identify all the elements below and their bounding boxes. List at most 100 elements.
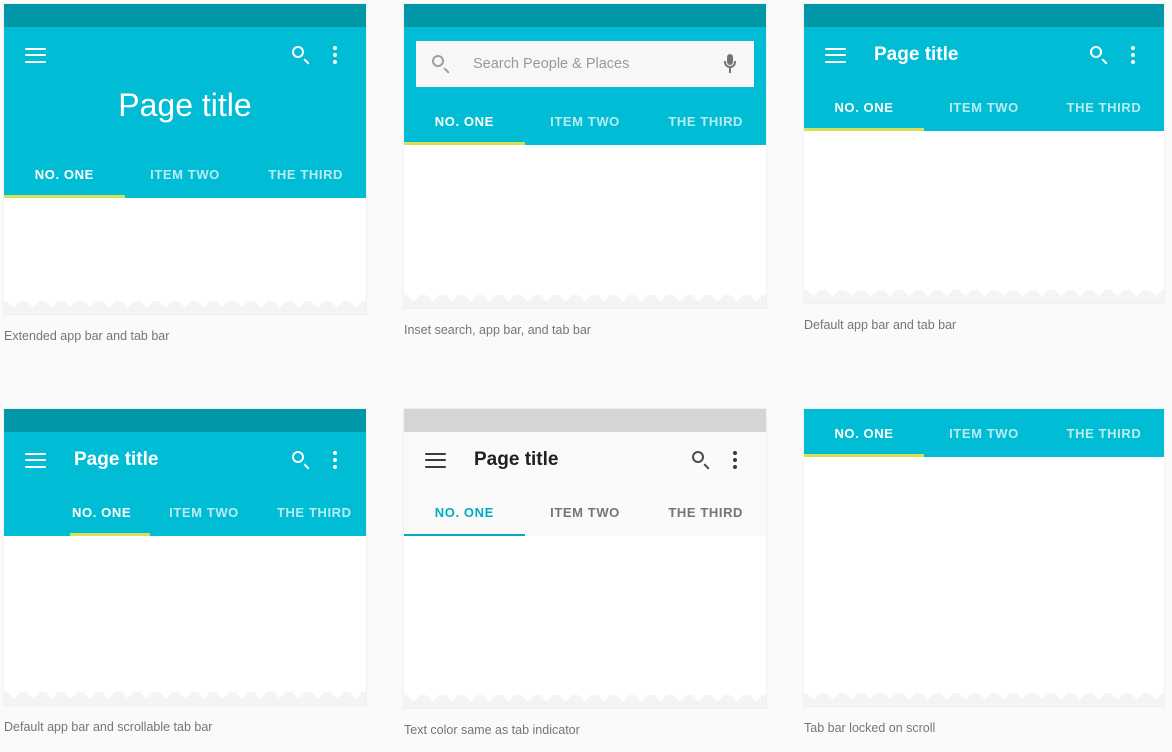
app-bar-row (4, 27, 366, 83)
tab-item-two[interactable]: ITEM TWO (924, 100, 1044, 115)
search-glyph (1089, 45, 1109, 65)
example-caption: Extended app bar and tab bar (4, 329, 170, 343)
hamburger-menu-icon[interactable] (18, 443, 52, 477)
phone-card: Page title NO. ONE ITEM TWO THE THIRD (4, 409, 366, 705)
tab-item-two[interactable]: ITEM TWO (125, 167, 246, 182)
torn-edge (404, 695, 766, 708)
torn-edge (4, 692, 366, 705)
content-area (804, 457, 1164, 706)
search-icon[interactable] (1082, 38, 1116, 72)
tab-the-third[interactable]: THE THIRD (1044, 100, 1164, 115)
tab-item-two[interactable]: ITEM TWO (169, 505, 239, 520)
overflow-glyph (1131, 46, 1135, 64)
page-title: Page title (118, 87, 252, 123)
example-caption: Default app bar and tab bar (804, 318, 957, 332)
tab-no-one[interactable]: NO. ONE (804, 426, 924, 441)
tab-the-third[interactable]: THE THIRD (645, 505, 766, 520)
hamburger-menu-glyph (24, 452, 46, 468)
tab-bar: NO. ONE ITEM TWO THE THIRD (804, 409, 1164, 457)
search-input[interactable]: Search People & Places (416, 41, 754, 87)
status-bar (4, 4, 366, 27)
tab-bar: NO. ONE ITEM TWO THE THIRD (404, 488, 766, 536)
app-bar: Page title NO. ONE ITEM TWO THE THIRD (4, 432, 366, 536)
example-caption: Tab bar locked on scroll (804, 721, 936, 735)
tab-no-one[interactable]: NO. ONE (404, 114, 525, 129)
app-bar-row: Page title (4, 432, 366, 488)
search-icon[interactable] (284, 38, 318, 72)
tab-item-two[interactable]: ITEM TWO (525, 505, 646, 520)
tab-item-two[interactable]: ITEM TWO (525, 114, 646, 129)
examples-grid: Page title NO. ONE ITEM TWO THE THIRD Ex… (0, 0, 1172, 752)
tab-bar-wrap: NO. ONE ITEM TWO THE THIRD (804, 409, 1164, 457)
search-glyph (291, 45, 311, 65)
tab-no-one[interactable]: NO. ONE (804, 100, 924, 115)
tab-bar-scrollable[interactable]: NO. ONE ITEM TWO THE THIRD (4, 488, 366, 536)
content-area (4, 198, 366, 314)
tab-no-one[interactable]: NO. ONE (404, 505, 525, 520)
example-extended-app-bar: Page title NO. ONE ITEM TWO THE THIRD Ex… (4, 4, 366, 343)
overflow-menu-icon[interactable] (318, 443, 352, 477)
torn-edge (804, 693, 1164, 706)
tab-the-third[interactable]: THE THIRD (645, 114, 766, 129)
hamburger-menu-glyph (424, 452, 446, 468)
example-scrollable-tab-bar: Page title NO. ONE ITEM TWO THE THIRD De… (4, 409, 366, 734)
hamburger-menu-icon[interactable] (418, 443, 452, 477)
tab-the-third[interactable]: THE THIRD (245, 167, 366, 182)
search-icon[interactable] (684, 443, 718, 477)
tab-no-one[interactable]: NO. ONE (72, 505, 131, 520)
tab-no-one[interactable]: NO. ONE (4, 167, 125, 182)
status-bar (404, 4, 766, 27)
tab-bar: NO. ONE ITEM TWO THE THIRD (804, 83, 1164, 131)
torn-edge (4, 301, 366, 314)
overflow-glyph (733, 451, 737, 469)
hamburger-menu-icon[interactable] (18, 38, 52, 72)
tab-item-two[interactable]: ITEM TWO (924, 426, 1044, 441)
overflow-glyph (333, 46, 337, 64)
example-caption: Text color same as tab indicator (404, 723, 580, 737)
status-bar (404, 409, 766, 432)
hamburger-menu-icon[interactable] (818, 38, 852, 72)
overflow-menu-icon[interactable] (1116, 38, 1150, 72)
page-title: Page title (74, 449, 159, 470)
app-bar: Page title NO. ONE ITEM TWO THE THIRD (804, 27, 1164, 131)
content-area (404, 536, 766, 708)
hamburger-menu-glyph (24, 47, 46, 63)
overflow-menu-icon[interactable] (318, 38, 352, 72)
example-caption: Default app bar and scrollable tab bar (4, 720, 213, 734)
example-caption: Inset search, app bar, and tab bar (404, 323, 591, 337)
torn-edge (404, 295, 766, 308)
status-bar (4, 409, 366, 432)
app-bar: Search People & Places (404, 27, 766, 97)
phone-card: Search People & Places NO. ONE ITEM TWO … (404, 4, 766, 308)
tab-bar-wrap: NO. ONE ITEM TWO THE THIRD (404, 97, 766, 145)
search-glyph (691, 450, 711, 470)
phone-card: Page title NO. ONE ITEM TWO THE THIRD (404, 409, 766, 708)
tab-bar: NO. ONE ITEM TWO THE THIRD (404, 97, 766, 145)
search-icon (432, 54, 451, 74)
app-bar: Page title NO. ONE ITEM TWO THE THIRD (4, 27, 366, 198)
example-text-color-same-as-indicator: Page title NO. ONE ITEM TWO THE THIRD Te… (404, 409, 766, 737)
content-area (4, 536, 366, 705)
status-bar (804, 4, 1164, 27)
example-default-app-bar: Page title NO. ONE ITEM TWO THE THIRD De… (804, 4, 1164, 332)
overflow-menu-icon[interactable] (718, 443, 752, 477)
page-title: Page title (874, 44, 959, 65)
search-icon[interactable] (284, 443, 318, 477)
content-area (804, 131, 1164, 303)
phone-card: NO. ONE ITEM TWO THE THIRD (804, 409, 1164, 706)
example-tab-bar-locked-on-scroll: NO. ONE ITEM TWO THE THIRD Tab bar locke… (804, 409, 1164, 735)
hamburger-menu-glyph (824, 47, 846, 63)
app-bar-row: Page title (804, 27, 1164, 83)
phone-card: Page title NO. ONE ITEM TWO THE THIRD (4, 4, 366, 314)
overflow-glyph (333, 451, 337, 469)
app-bar-row: Page title (404, 432, 766, 488)
page-title: Page title (474, 449, 559, 470)
phone-card: Page title NO. ONE ITEM TWO THE THIRD (804, 4, 1164, 303)
microphone-icon[interactable] (722, 54, 738, 74)
tab-bar: NO. ONE ITEM TWO THE THIRD (4, 150, 366, 198)
search-placeholder: Search People & Places (473, 56, 630, 72)
tab-the-third[interactable]: THE THIRD (277, 505, 352, 520)
app-bar: Page title NO. ONE ITEM TWO THE THIRD (404, 432, 766, 536)
example-inset-search: Search People & Places NO. ONE ITEM TWO … (404, 4, 766, 337)
tab-the-third[interactable]: THE THIRD (1044, 426, 1164, 441)
